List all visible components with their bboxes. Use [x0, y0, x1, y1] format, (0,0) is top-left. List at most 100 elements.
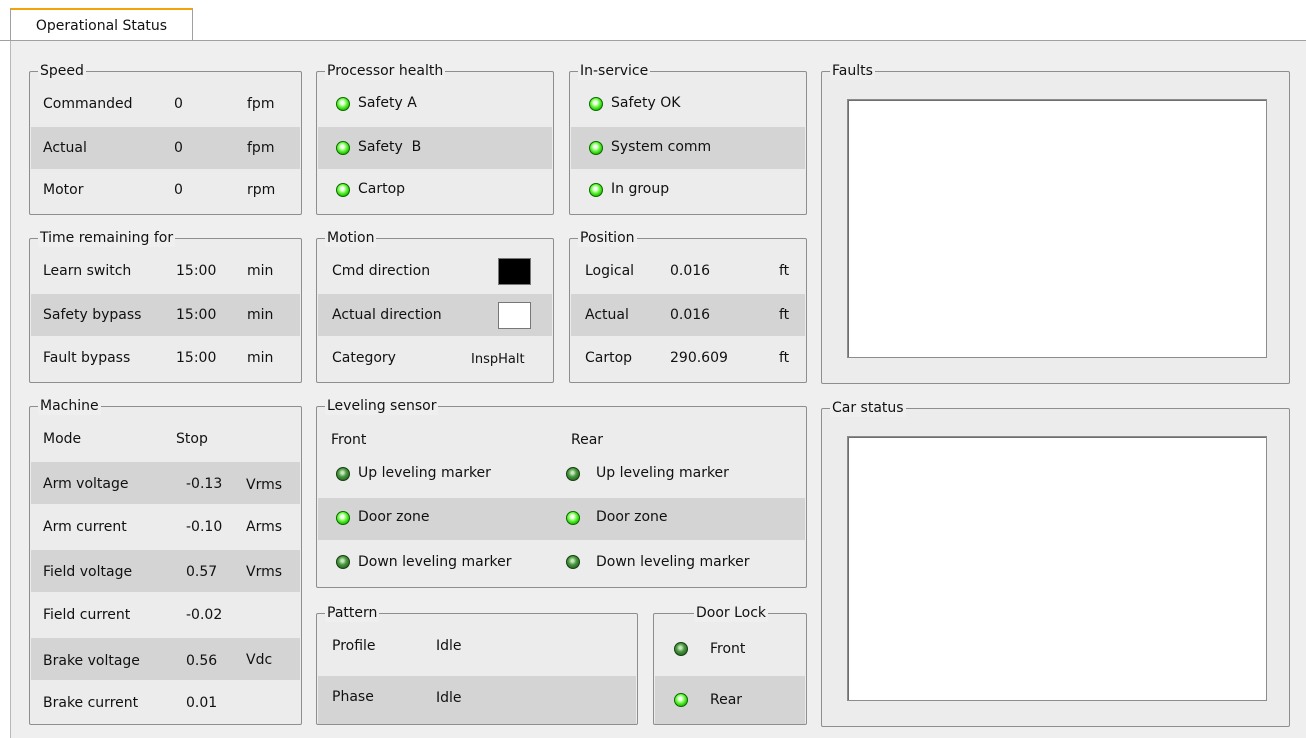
row-unit: min — [247, 263, 274, 279]
machine-row-brake-voltage: Brake voltage 0.56 Vdc — [31, 638, 300, 680]
front-header: Front — [331, 432, 367, 448]
row-unit: ft — [779, 350, 790, 366]
group-title: Motion — [325, 229, 377, 247]
in-service-row-system-comm: System comm — [571, 127, 805, 169]
group-title: Machine — [38, 397, 101, 415]
row-unit: ft — [779, 307, 790, 323]
row-value: -0.10 — [186, 519, 223, 535]
row-unit: min — [247, 350, 274, 366]
row-value: -0.13 — [186, 476, 223, 492]
row-label: Actual — [585, 307, 629, 323]
tab-content-panel: Speed Commanded 0 fpm Actual 0 fpm Motor… — [10, 41, 1306, 738]
group-title: Car status — [830, 399, 906, 417]
group-title: Door Lock — [694, 604, 769, 622]
group-title: Position — [578, 229, 637, 247]
row-label: Actual — [43, 140, 87, 156]
row-label: Commanded — [43, 96, 133, 112]
tab-label: Operational Status — [35, 17, 168, 34]
row-value: Stop — [176, 431, 208, 447]
indicator-label: Down leveling marker — [596, 554, 750, 570]
row-label: Field voltage — [43, 564, 133, 580]
row-unit: Vdc — [246, 652, 273, 668]
status-led-icon — [566, 511, 580, 525]
indicator-label: In group — [611, 181, 670, 197]
cmd-direction-indicator — [498, 258, 531, 285]
status-led-icon — [336, 467, 350, 481]
row-unit: Vrms — [246, 564, 283, 580]
machine-row-brake-current: Brake current 0.01 — [31, 682, 300, 724]
leveling-row-door-zone: Door zone Door zone — [318, 498, 805, 540]
row-value: 15:00 — [176, 350, 217, 366]
motion-row-actual-direction: Actual direction — [318, 294, 552, 336]
row-label: Category — [332, 350, 396, 366]
status-led-icon — [589, 97, 603, 111]
indicator-label: Safety B — [358, 139, 422, 155]
status-led-icon — [674, 693, 688, 707]
status-led-icon — [566, 467, 580, 481]
row-label: Mode — [43, 431, 82, 447]
indicator-label: Front — [710, 641, 746, 657]
machine-row-field-voltage: Field voltage 0.57 Vrms — [31, 550, 300, 592]
group-title: In-service — [578, 62, 651, 80]
row-label: Profile — [332, 638, 376, 654]
row-label: Logical — [585, 263, 635, 279]
door-lock-row-front: Front — [655, 625, 805, 676]
row-label: Cartop — [585, 350, 633, 366]
status-led-icon — [336, 141, 350, 155]
row-unit: fpm — [247, 140, 275, 156]
status-led-icon — [566, 555, 580, 569]
pattern-row-phase: Phase Idle — [318, 676, 636, 724]
row-label: Actual direction — [332, 307, 442, 323]
indicator-label: Safety OK — [611, 95, 681, 111]
row-label: Arm current — [43, 519, 127, 535]
indicator-label: Door zone — [596, 509, 668, 525]
time-row-learn-switch: Learn switch 15:00 min — [31, 250, 300, 292]
machine-row-arm-voltage: Arm voltage -0.13 Vrms — [31, 462, 300, 504]
time-remaining-group: Time remaining for Learn switch 15:00 mi… — [29, 229, 302, 383]
faults-list[interactable] — [847, 99, 1267, 358]
indicator-label: Up leveling marker — [596, 465, 729, 481]
indicator-label: Down leveling marker — [358, 554, 512, 570]
pattern-row-profile: Profile Idle — [318, 625, 636, 676]
row-value: 0.01 — [186, 695, 218, 711]
row-label: Learn switch — [43, 263, 132, 279]
status-led-icon — [336, 183, 350, 197]
indicator-label: Rear — [710, 692, 743, 708]
row-label: Fault bypass — [43, 350, 131, 366]
tab-strip: Operational Status — [0, 0, 1306, 41]
group-title: Leveling sensor — [325, 397, 439, 415]
car-status-list[interactable] — [847, 436, 1267, 701]
row-label: Cmd direction — [332, 263, 431, 279]
group-title: Processor health — [325, 62, 446, 80]
row-label: Arm voltage — [43, 476, 129, 492]
in-service-row-in-group: In group — [571, 169, 805, 211]
row-value: 0.016 — [670, 307, 711, 323]
row-value: 0.57 — [186, 564, 218, 580]
row-value: 290.609 — [670, 350, 728, 366]
machine-row-mode: Mode Stop — [31, 418, 300, 460]
row-label: Motor — [43, 182, 84, 198]
row-value: -0.02 — [186, 607, 223, 623]
group-title: Time remaining for — [38, 229, 176, 247]
speed-row-motor: Motor 0 rpm — [31, 169, 300, 211]
status-led-icon — [336, 555, 350, 569]
faults-group: Faults — [821, 62, 1290, 384]
machine-row-arm-current: Arm current -0.10 Arms — [31, 506, 300, 548]
car-status-group: Car status — [821, 399, 1290, 727]
indicator-label: Door zone — [358, 509, 430, 525]
time-row-safety-bypass: Safety bypass 15:00 min — [31, 294, 300, 336]
row-value: 0.56 — [186, 653, 218, 669]
row-value: Idle — [436, 690, 462, 706]
leveling-sensor-group: Leveling sensor Front Rear Up leveling m… — [316, 397, 807, 588]
row-unit: ft — [779, 263, 790, 279]
in-service-row-safety-ok: Safety OK — [571, 83, 805, 125]
indicator-label: Cartop — [358, 181, 406, 197]
status-led-icon — [589, 141, 603, 155]
pattern-group: Pattern Profile Idle Phase Idle — [316, 604, 638, 725]
position-row-cartop: Cartop 290.609 ft — [571, 337, 805, 379]
position-group: Position Logical 0.016 ft Actual 0.016 f… — [569, 229, 807, 383]
row-value: 15:00 — [176, 263, 217, 279]
row-unit: rpm — [247, 182, 276, 198]
position-row-actual: Actual 0.016 ft — [571, 294, 805, 336]
tab-operational-status[interactable]: Operational Status — [10, 8, 193, 41]
